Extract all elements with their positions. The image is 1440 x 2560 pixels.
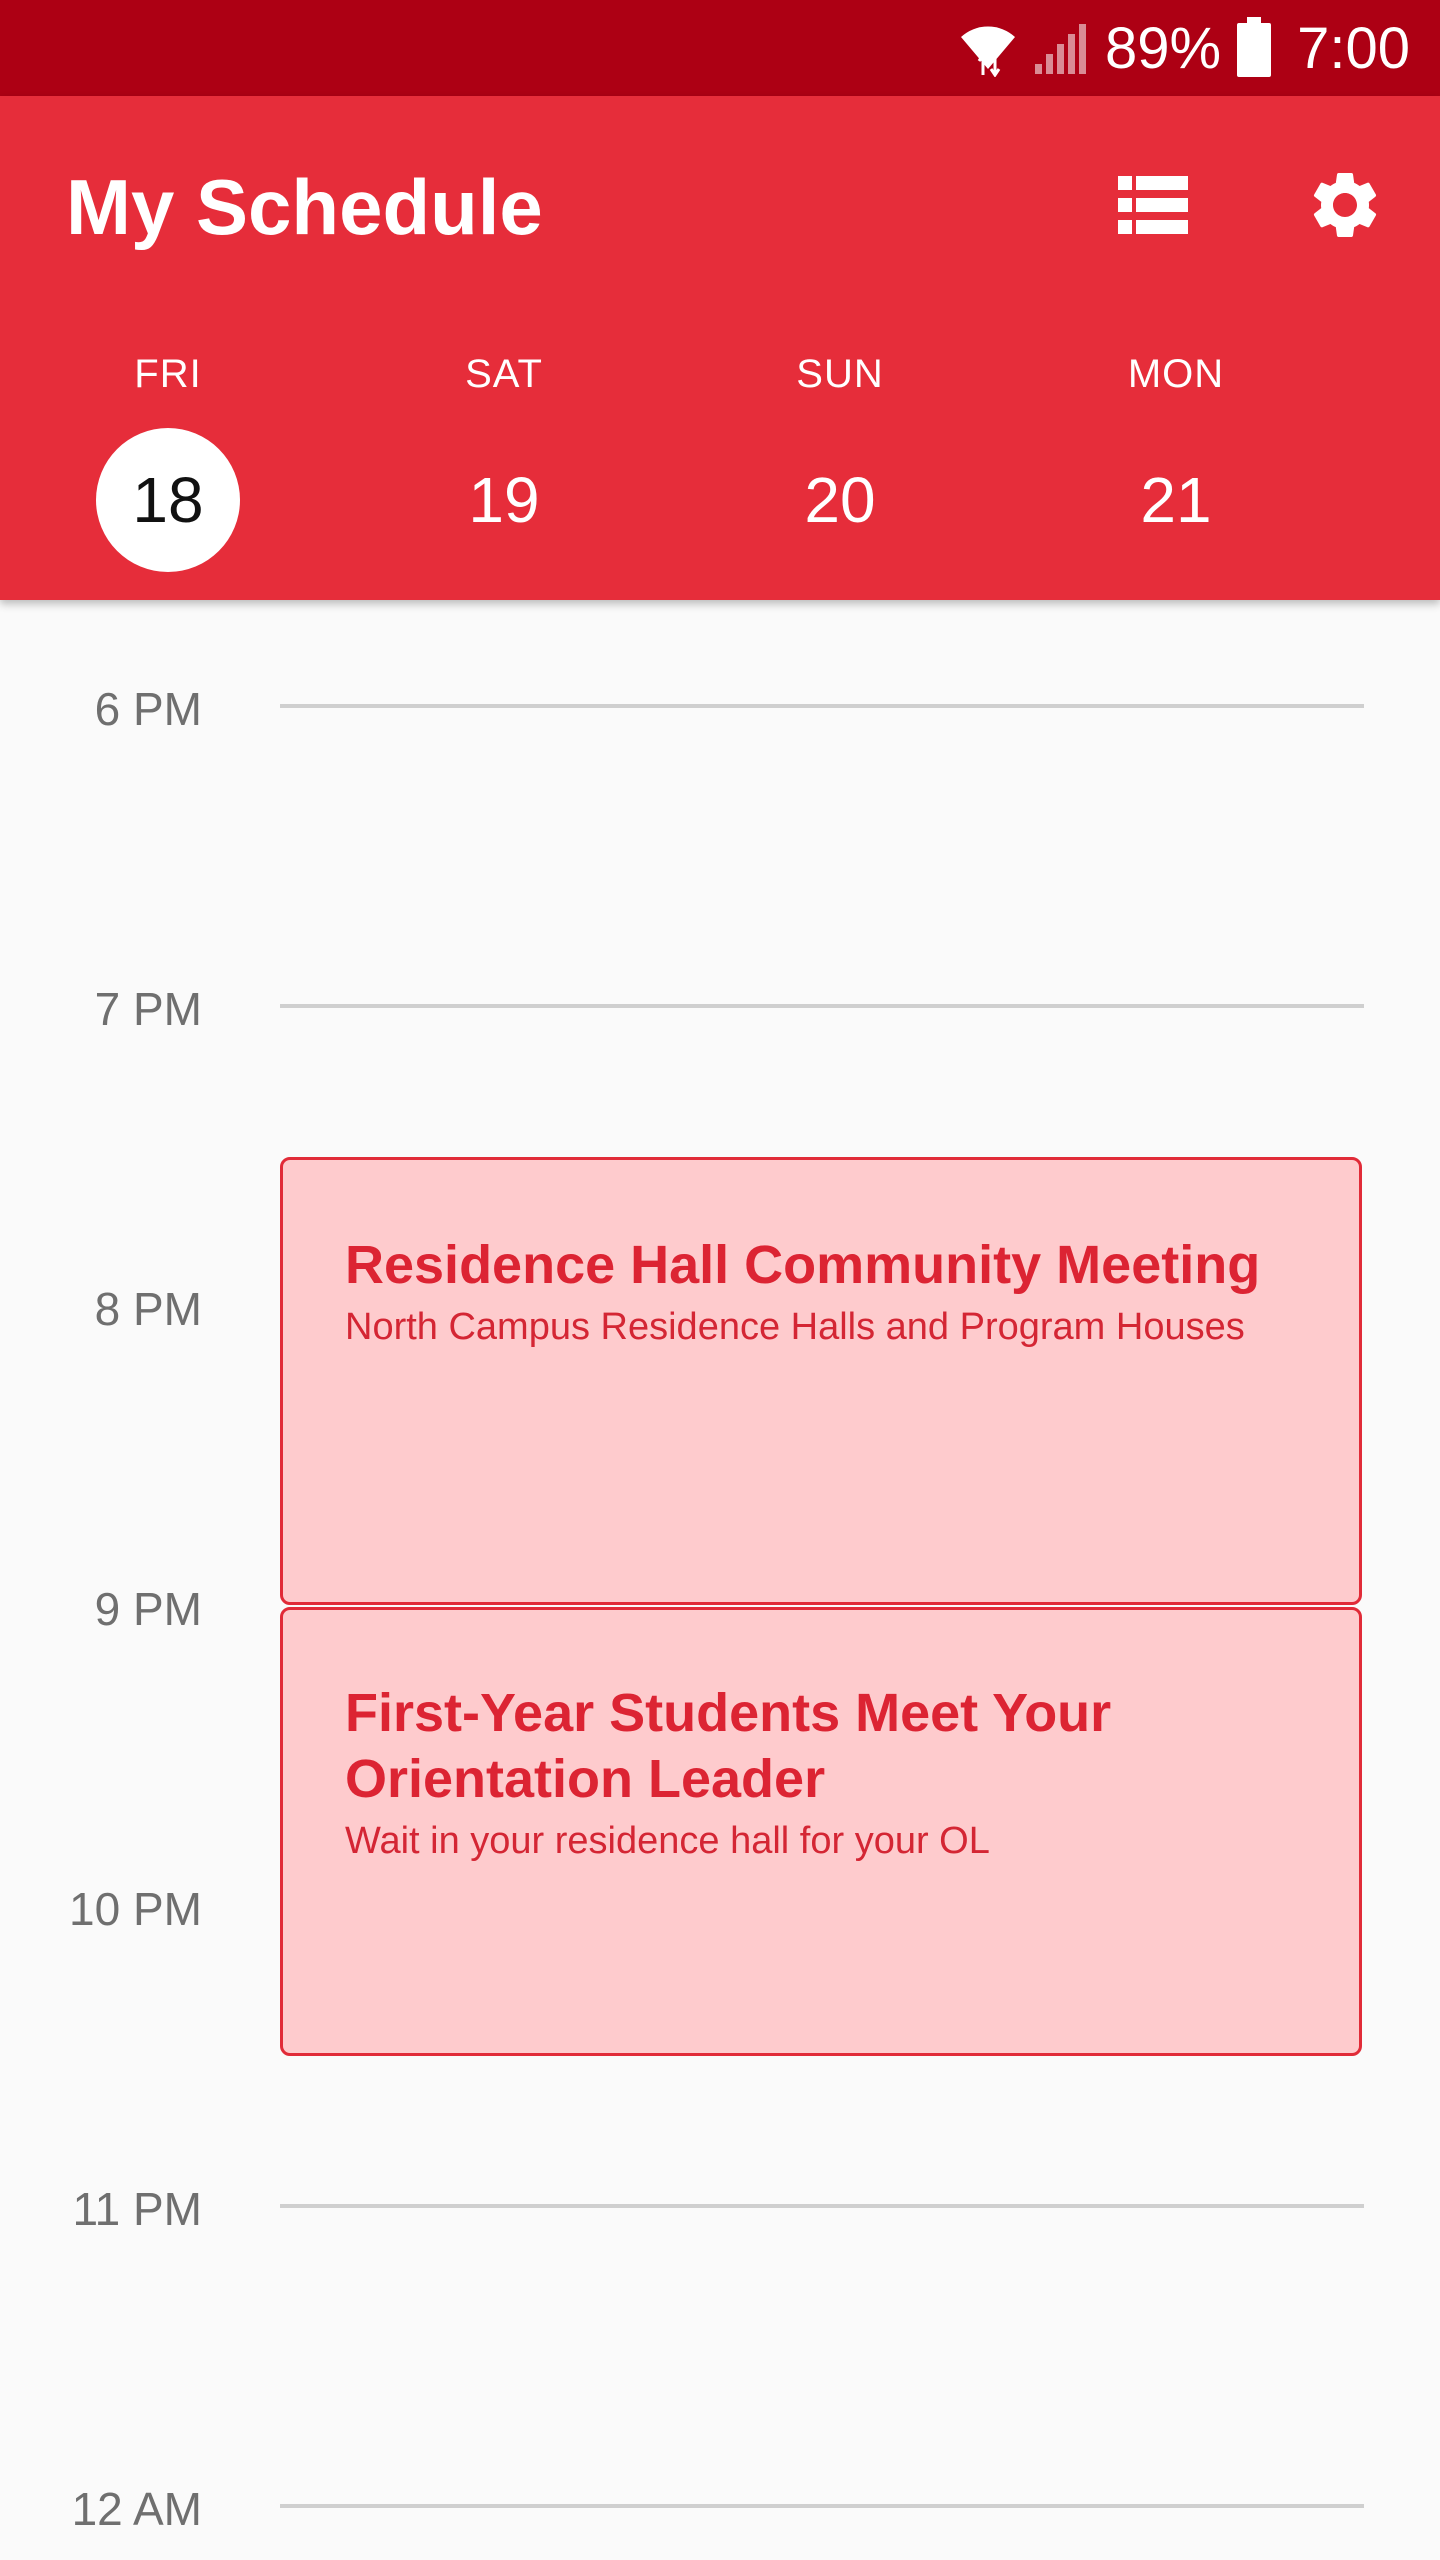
settings-button[interactable] — [1300, 162, 1390, 252]
day-number: 21 — [1140, 464, 1212, 536]
clock: 7:00 — [1297, 15, 1410, 81]
hour-label: 11 PM — [72, 2183, 202, 2235]
day-number: 20 — [804, 464, 876, 536]
hour-label: 9 PM — [94, 1583, 202, 1635]
settings-gear-icon — [1305, 165, 1385, 250]
day-number-selected: 18 — [96, 428, 240, 572]
hour-label: 8 PM — [94, 1283, 202, 1335]
event-title: First-Year Students Meet Your Orientatio… — [345, 1683, 1112, 1809]
list-view-button[interactable] — [1108, 162, 1198, 252]
hour-label: 6 PM — [94, 683, 202, 735]
event-title: Residence Hall Community Meeting — [345, 1235, 1261, 1295]
day-tab-sat[interactable]: SAT 19 — [404, 354, 604, 572]
status-bar: 89% 7:00 — [0, 0, 1440, 96]
day-number: 19 — [468, 464, 540, 536]
event-card[interactable]: Residence Hall Community Meeting North C… — [280, 1157, 1362, 1605]
day-name: SAT — [465, 352, 543, 396]
page-title: My Schedule — [66, 163, 543, 251]
day-name: MON — [1127, 352, 1225, 396]
hour-divider — [280, 704, 1364, 708]
day-tab-mon[interactable]: MON 21 — [1076, 354, 1276, 572]
cell-signal-icon — [1033, 20, 1087, 76]
wifi-icon — [957, 19, 1019, 77]
app-bar: My Schedule FRI 18 SAT 19 SUN 20 MON 21 — [0, 96, 1440, 600]
hour-divider — [280, 2204, 1364, 2208]
event-location: Wait in your residence hall for your OL — [345, 1820, 990, 1862]
hour-label: 12 AM — [71, 2483, 202, 2535]
day-tab-sun[interactable]: SUN 20 — [740, 354, 940, 572]
battery-percent: 89% — [1105, 15, 1222, 81]
status-icons: 89% 7:00 — [957, 0, 1410, 96]
day-name: SUN — [796, 352, 884, 396]
day-tab-fri[interactable]: FRI 18 — [68, 354, 268, 572]
day-name: FRI — [134, 352, 202, 396]
hour-label: 10 PM — [69, 1883, 202, 1935]
list-view-icon — [1118, 175, 1188, 239]
hour-label: 7 PM — [94, 983, 202, 1035]
event-location: North Campus Residence Halls and Program… — [345, 1306, 1245, 1348]
hour-divider — [280, 1004, 1364, 1008]
hour-divider — [280, 2504, 1364, 2508]
event-card[interactable]: First-Year Students Meet Your Orientatio… — [280, 1607, 1362, 2056]
battery-icon — [1235, 17, 1273, 79]
